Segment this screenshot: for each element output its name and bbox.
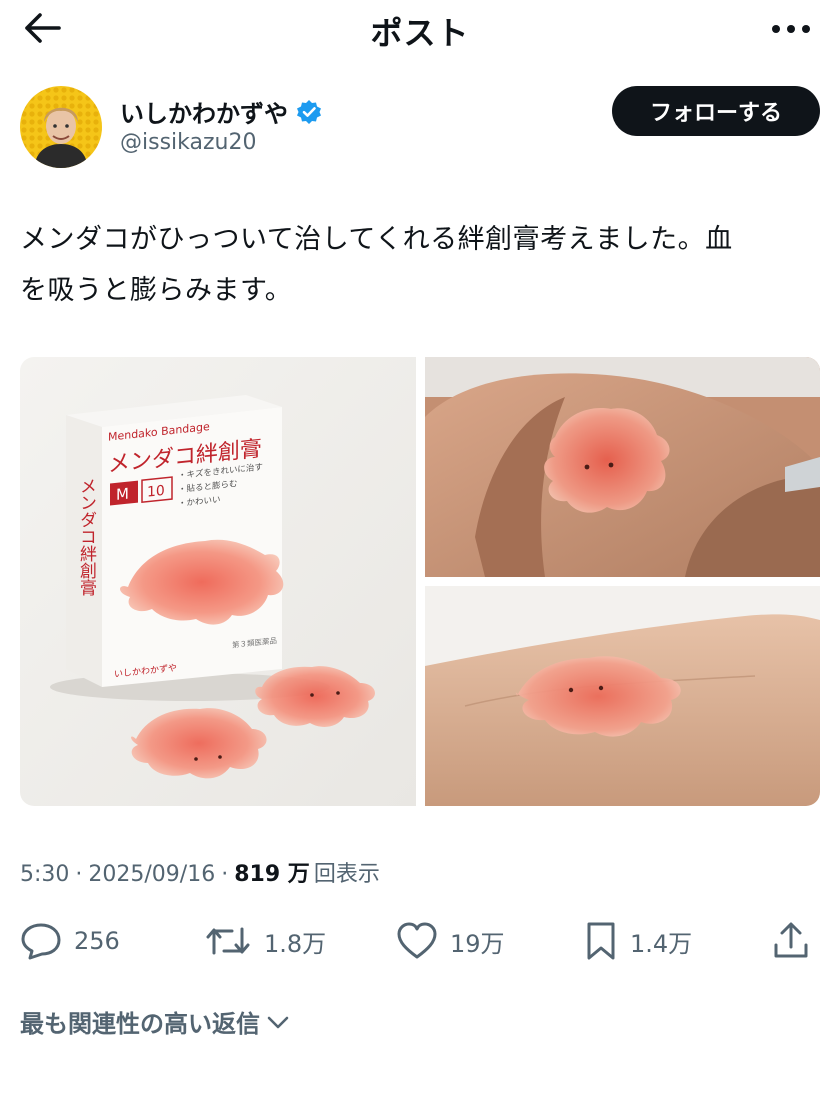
share-button[interactable] bbox=[772, 918, 810, 964]
product-side-text: メンダコ絆創膏 bbox=[76, 477, 97, 596]
avatar[interactable] bbox=[20, 86, 102, 168]
follow-button[interactable]: フォローする bbox=[612, 86, 820, 136]
views-count: 819 万 bbox=[234, 862, 310, 887]
reply-count: 256 bbox=[74, 927, 120, 955]
page-title: ポスト bbox=[370, 14, 470, 52]
action-bar: 256 1.8万 19万 1.4万 bbox=[20, 918, 820, 964]
more-button[interactable] bbox=[764, 12, 818, 46]
views-label: 回表示 bbox=[313, 862, 380, 887]
repost-icon bbox=[206, 927, 250, 955]
repost-button[interactable]: 1.8万 bbox=[204, 918, 326, 964]
top-bar: ポスト bbox=[0, 0, 840, 58]
reply-button[interactable]: 256 bbox=[20, 918, 120, 964]
bookmark-icon bbox=[587, 922, 615, 960]
arm-photo[interactable] bbox=[425, 586, 820, 806]
meta-separator: · bbox=[221, 862, 229, 887]
post-date: 2025/09/16 bbox=[88, 862, 216, 887]
post-text: メンダコがひっついて治してくれる絆創膏考えました。血 を吸うと膨らみます。 bbox=[20, 214, 820, 316]
product-size: M bbox=[116, 485, 129, 504]
repost-count: 1.8万 bbox=[264, 929, 327, 958]
media-grid: Mendako Bandage メンダコ絆創膏 M 10 ・キズをきれいに治す … bbox=[20, 357, 820, 806]
chevron-down-icon bbox=[267, 1016, 289, 1028]
display-name[interactable]: いしかわかずや bbox=[120, 94, 288, 129]
product-photo[interactable]: Mendako Bandage メンダコ絆創膏 M 10 ・キズをきれいに治す … bbox=[20, 357, 416, 806]
meta-separator: · bbox=[75, 862, 83, 887]
replies-sort-label: 最も関連性の高い返信 bbox=[20, 1010, 260, 1038]
bookmark-button[interactable]: 1.4万 bbox=[584, 918, 692, 964]
bookmark-count: 1.4万 bbox=[630, 929, 693, 958]
like-count: 19万 bbox=[450, 929, 505, 958]
heart-icon bbox=[397, 922, 437, 959]
post-meta: 5:30 · 2025/09/16 · 819 万 回表示 bbox=[20, 856, 380, 888]
knee-photo[interactable] bbox=[425, 357, 820, 577]
replies-sort-dropdown[interactable]: 最も関連性の高い返信 bbox=[20, 1004, 290, 1039]
verified-badge-icon bbox=[297, 99, 321, 124]
like-button[interactable]: 19万 bbox=[396, 918, 505, 964]
name-row: いしかわかずや bbox=[120, 94, 322, 129]
product-count: 10 bbox=[147, 483, 165, 501]
post-text-line: メンダコがひっついて治してくれる絆創膏考えました。血 bbox=[20, 224, 733, 255]
reply-icon bbox=[21, 923, 61, 960]
author-row: いしかわかずや @issikazu20 フォローする bbox=[20, 86, 820, 170]
handle[interactable]: @issikazu20 bbox=[120, 130, 256, 155]
post-time: 5:30 bbox=[20, 862, 70, 887]
more-horizontal-icon bbox=[772, 25, 810, 33]
post-text-line: を吸うと膨らみます。 bbox=[20, 275, 293, 306]
share-icon bbox=[774, 922, 808, 958]
